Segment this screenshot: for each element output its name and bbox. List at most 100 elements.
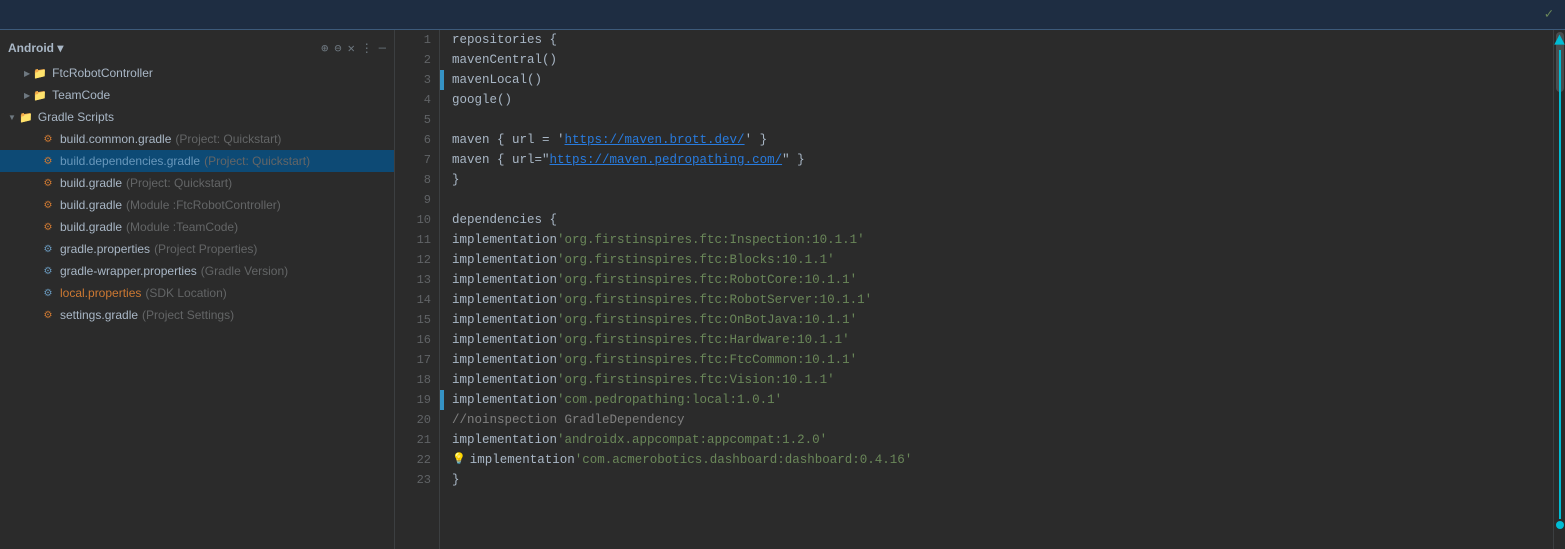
minimize-icon[interactable]: — [379,41,386,55]
code-line-13: implementation 'org.firstinspires.ftc:Ro… [452,270,1545,290]
plain-token: mavenCentral() [452,50,557,70]
plain-token: ' } [745,130,768,150]
gradle-icon: ⚙ [40,307,56,323]
scrollbar[interactable]: ▲ [1553,30,1565,549]
plain-token: implementation [452,230,557,250]
plain-token: implementation [452,330,557,350]
url-link[interactable]: https://maven.pedropathing.com/ [550,150,783,170]
item-label: build.common.gradle [60,132,171,146]
expand-arrow: ▼ [8,113,16,122]
gradle-icon: ⚙ [40,219,56,235]
code-line-3: mavenLocal() [452,70,1545,90]
code-line-11: implementation 'org.firstinspires.ftc:In… [452,230,1545,250]
plain-token: mavenLocal() [452,70,542,90]
scroll-up-arrow-icon[interactable]: ▲ [1554,32,1565,50]
item-detail: (Module :TeamCode) [126,220,238,234]
android-dropdown[interactable]: Android ▾ [8,41,63,55]
item-label: gradle.properties [60,242,150,256]
code-line-21: implementation 'androidx.appcompat:appco… [452,430,1545,450]
code-line-20: //noinspection GradleDependency [452,410,1545,430]
string-token: 'org.firstinspires.ftc:Vision:10.1.1' [557,370,835,390]
close-icon[interactable]: ✕ [348,41,355,56]
url-link[interactable]: https://maven.brott.dev/ [565,130,745,150]
code-line-7: maven { url="https://maven.pedropathing.… [452,150,1545,170]
item-label: gradle-wrapper.properties [60,264,197,278]
sidebar-item-gradle-scripts[interactable]: ▼ 📁 Gradle Scripts [0,106,394,128]
item-detail: (Gradle Version) [201,264,288,278]
string-token: 'org.firstinspires.ftc:RobotServer:10.1.… [557,290,872,310]
expand-arrow: ▶ [24,69,30,78]
item-detail: (Project Properties) [154,242,257,256]
sidebar-item-build-gradle-teamcode[interactable]: ⚙ build.gradle (Module :TeamCode) [0,216,394,238]
sidebar-item-build-dependencies[interactable]: ⚙ build.dependencies.gradle (Project: Qu… [0,150,394,172]
code-line-9 [452,190,1545,210]
gradle-icon: ⚙ [40,175,56,191]
item-label: build.gradle [60,176,122,190]
plain-token: implementation [452,290,557,310]
item-detail: (SDK Location) [145,286,226,300]
plain-token: implementation [452,390,557,410]
item-label: build.gradle [60,220,122,234]
string-token: 'org.firstinspires.ftc:Inspection:10.1.1… [557,230,865,250]
code-line-22: 💡 implementation 'com.acmerobotics.dashb… [452,450,1545,470]
sidebar-item-local-properties[interactable]: ⚙ local.properties (SDK Location) [0,282,394,304]
item-detail: (Project: Quickstart) [175,132,281,146]
more-icon[interactable]: ⋮ [361,41,373,56]
code-line-23: } [452,470,1545,490]
code-line-4: google() [452,90,1545,110]
string-token: 'org.firstinspires.ftc:Blocks:10.1.1' [557,250,835,270]
string-token: 'org.firstinspires.ftc:FtcCommon:10.1.1' [557,350,857,370]
sidebar-item-settings-gradle[interactable]: ⚙ settings.gradle (Project Settings) [0,304,394,326]
code-line-19: implementation 'com.pedropathing:local:1… [452,390,1545,410]
properties-icon: ⚙ [40,263,56,279]
item-detail: (Module :FtcRobotController) [126,198,281,212]
code-line-18: implementation 'org.firstinspires.ftc:Vi… [452,370,1545,390]
code-line-1: repositories { [452,30,1545,50]
scroll-dot [1556,521,1564,529]
string-token: 'com.pedropathing:local:1.0.1' [557,390,782,410]
code-line-5 [452,110,1545,130]
plain-token: } [452,470,460,490]
scroll-line [1559,50,1561,519]
sidebar: Android ▾ ⊕ ⊖ ✕ ⋮ — ▶ 📁 FtcRobotControll… [0,30,395,549]
string-token: 'androidx.appcompat:appcompat:1.2.0' [557,430,827,450]
sidebar-item-teamcode[interactable]: ▶ 📁 TeamCode [0,84,394,106]
sync-icon[interactable]: ⊖ [334,41,341,56]
plain-token: implementation [452,350,557,370]
plain-token: repositories { [452,30,557,50]
code-line-2: mavenCentral() [452,50,1545,70]
plain-token: implementation [452,370,557,390]
item-label: build.gradle [60,198,122,212]
plain-token: maven { url = ' [452,130,565,150]
item-label: local.properties [60,286,141,300]
code-line-15: implementation 'org.firstinspires.ftc:On… [452,310,1545,330]
expand-arrow: ▶ [24,91,30,100]
item-detail: (Project: Quickstart) [204,154,310,168]
item-label: settings.gradle [60,308,138,322]
sidebar-item-build-gradle-project[interactable]: ⚙ build.gradle (Project: Quickstart) [0,172,394,194]
check-icon[interactable]: ✓ [1545,6,1553,23]
sidebar-item-gradle-wrapper[interactable]: ⚙ gradle-wrapper.properties (Gradle Vers… [0,260,394,282]
code-line-8: } [452,170,1545,190]
code-line-16: implementation 'org.firstinspires.ftc:Ha… [452,330,1545,350]
sidebar-item-gradle-properties[interactable]: ⚙ gradle.properties (Project Properties) [0,238,394,260]
code-line-10: dependencies { [452,210,1545,230]
string-token: 'org.firstinspires.ftc:Hardware:10.1.1' [557,330,850,350]
properties-icon: ⚙ [40,241,56,257]
sidebar-item-ftcrobotcontroller[interactable]: ▶ 📁 FtcRobotController [0,62,394,84]
plain-token: implementation [452,430,557,450]
sidebar-item-build-gradle-ftc[interactable]: ⚙ build.gradle (Module :FtcRobotControll… [0,194,394,216]
code-line-14: implementation 'org.firstinspires.ftc:Ro… [452,290,1545,310]
gradle-icon: ⚙ [40,153,56,169]
plain-token: implementation [452,310,557,330]
add-icon[interactable]: ⊕ [321,41,328,56]
sidebar-item-build-common[interactable]: ⚙ build.common.gradle (Project: Quicksta… [0,128,394,150]
item-label: TeamCode [52,88,110,102]
plain-token: " } [782,150,805,170]
notification-bar: ✓ [0,0,1565,30]
plain-token: maven { url=" [452,150,550,170]
bulb-icon[interactable]: 💡 [452,450,466,470]
code-content[interactable]: repositories { mavenCentral() mavenLocal… [444,30,1553,549]
string-token: 'org.firstinspires.ftc:RobotCore:10.1.1' [557,270,857,290]
properties-icon: ⚙ [40,285,56,301]
